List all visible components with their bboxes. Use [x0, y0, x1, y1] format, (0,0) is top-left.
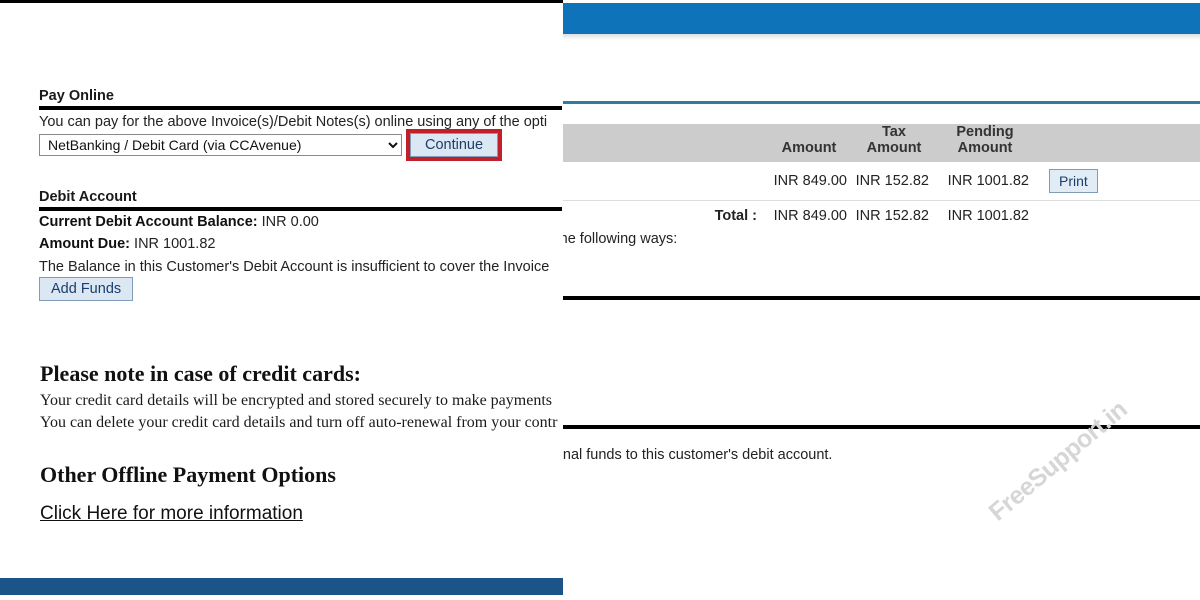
current-balance-row: Current Debit Account Balance: INR 0.00: [39, 214, 319, 230]
section-divider-teal: [563, 101, 1200, 104]
insufficient-balance-notice: The Balance in this Customer's Debit Acc…: [39, 259, 550, 275]
cell-pending-amount: INR 1001.82: [947, 173, 1029, 189]
cell-amount: INR 849.00: [773, 173, 847, 189]
continue-button[interactable]: Continue: [410, 133, 499, 157]
current-balance-value: INR 0.00: [261, 214, 319, 230]
pay-online-description: You can pay for the above Invoice(s)/Deb…: [39, 114, 548, 130]
print-button[interactable]: Print: [1049, 169, 1098, 193]
total-amount: INR 849.00: [773, 208, 847, 224]
credit-card-note-heading: Please note in case of credit cards:: [40, 361, 361, 386]
column-header-tax-amount-line2: Amount: [866, 140, 922, 157]
column-header-tax-amount: Tax Amount: [853, 124, 935, 162]
total-tax-amount: INR 152.82: [855, 208, 929, 224]
cell-actions: Print: [1035, 169, 1200, 193]
payment-panel: Pay Online You can pay for the above Inv…: [0, 0, 563, 600]
offline-payment-info-link[interactable]: Click Here for more information: [40, 503, 303, 525]
screenshot-root: Amount Tax Amount Pending Amount INR 849…: [0, 0, 1200, 600]
offline-payment-title: Other Offline Payment Options: [40, 462, 336, 487]
debit-account-divider: [39, 207, 562, 211]
background-divider-top: [563, 296, 1200, 300]
amount-due-label: Amount Due:: [39, 236, 131, 252]
credit-card-note: Please note in case of credit cards: You…: [40, 361, 557, 434]
payment-method-select[interactable]: NetBanking / Debit Card (via CCAvenue): [39, 134, 402, 156]
cell-tax-amount: INR 152.82: [855, 173, 929, 189]
pay-online-divider: [39, 106, 562, 110]
column-header-pending-amount: Pending Amount: [935, 124, 1035, 162]
page-header-bar: [563, 3, 1200, 34]
credit-card-note-line-1: Your credit card details will be encrypt…: [40, 392, 552, 409]
total-pending-amount: INR 1001.82: [947, 208, 1029, 224]
debit-account-title: Debit Account: [39, 189, 137, 205]
amount-due-row: Amount Due: INR 1001.82: [39, 236, 215, 252]
column-header-pending-amount-line2: Amount: [957, 140, 1013, 157]
column-header-actions: [1035, 157, 1200, 162]
credit-card-note-line-2: You can delete your credit card details …: [40, 414, 558, 432]
column-header-pending-amount-line1: Pending: [956, 123, 1014, 140]
continue-button-highlight: Continue: [406, 129, 503, 161]
pay-online-title: Pay Online: [39, 88, 114, 104]
current-balance-label: Current Debit Account Balance:: [39, 214, 258, 230]
amount-due-value: INR 1001.82: [134, 236, 216, 252]
page-header-shadow: [563, 34, 1200, 40]
panel-footer-bar: [0, 578, 563, 595]
column-header-tax-amount-line1: Tax: [882, 123, 906, 140]
add-funds-button[interactable]: Add Funds: [39, 277, 134, 301]
column-header-amount: Amount: [781, 140, 837, 157]
